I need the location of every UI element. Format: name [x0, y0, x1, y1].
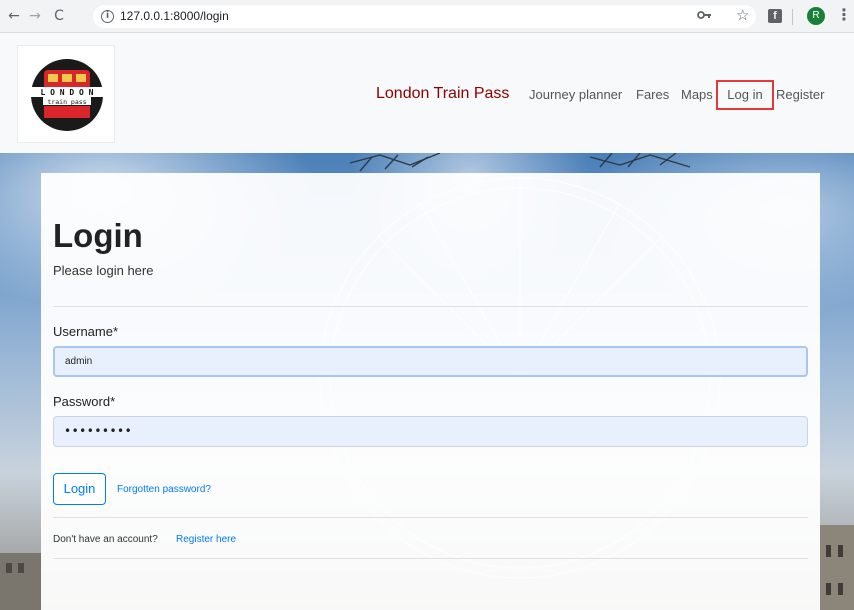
- password-masked-value: •••••••••: [64, 424, 133, 438]
- username-label: Username*: [53, 324, 119, 339]
- register-here-link[interactable]: Register here: [176, 534, 236, 545]
- logo-text-top: L O N D O N: [41, 88, 94, 97]
- back-button[interactable]: ←: [6, 8, 22, 24]
- no-account-text: Don't have an account?: [53, 534, 158, 545]
- brand-link[interactable]: London Train Pass: [376, 85, 509, 103]
- address-bar[interactable]: i 127.0.0.1:8000/login: [93, 5, 756, 28]
- extension-icon[interactable]: f: [768, 9, 782, 23]
- nav-journey-planner[interactable]: Journey planner: [529, 87, 622, 102]
- divider: [53, 558, 808, 559]
- divider: [53, 306, 808, 307]
- forgot-password-link[interactable]: Forgotten password?: [117, 484, 211, 495]
- nav-login[interactable]: Log in: [716, 80, 774, 110]
- nav-register[interactable]: Register: [776, 87, 824, 102]
- password-label: Password*: [53, 394, 116, 409]
- password-key-icon[interactable]: [697, 10, 711, 20]
- browser-toolbar: ← → C i 127.0.0.1:8000/login ☆ f R ⋮: [0, 0, 854, 33]
- address-url[interactable]: 127.0.0.1:8000/login: [120, 9, 229, 23]
- reload-button[interactable]: C: [51, 8, 67, 24]
- bookmark-star-icon[interactable]: ☆: [736, 7, 749, 23]
- nav-login-label[interactable]: Log in: [718, 87, 772, 102]
- nav-fares[interactable]: Fares: [636, 87, 669, 102]
- profile-avatar[interactable]: R: [807, 7, 825, 25]
- logo-text-bottom: train pass: [47, 98, 86, 106]
- site-header: L O N D O N train pass London Train Pass…: [0, 33, 854, 153]
- site-info-icon[interactable]: i: [101, 10, 114, 23]
- login-card: Login Please login here Username* Passwo…: [41, 173, 820, 610]
- divider: [53, 517, 808, 518]
- username-input[interactable]: [53, 346, 808, 377]
- site-logo[interactable]: L O N D O N train pass: [17, 45, 115, 143]
- forward-button[interactable]: →: [27, 8, 43, 24]
- login-submit-button[interactable]: Login: [53, 473, 106, 505]
- password-input[interactable]: •••••••••: [53, 416, 808, 447]
- page-subtitle: Please login here: [53, 263, 154, 278]
- page-title: Login: [53, 217, 143, 254]
- browser-menu-icon[interactable]: ⋮: [836, 6, 852, 26]
- logo-roundel-icon: L O N D O N train pass: [29, 59, 105, 131]
- toolbar-divider: [792, 9, 793, 25]
- nav-maps[interactable]: Maps: [681, 87, 713, 102]
